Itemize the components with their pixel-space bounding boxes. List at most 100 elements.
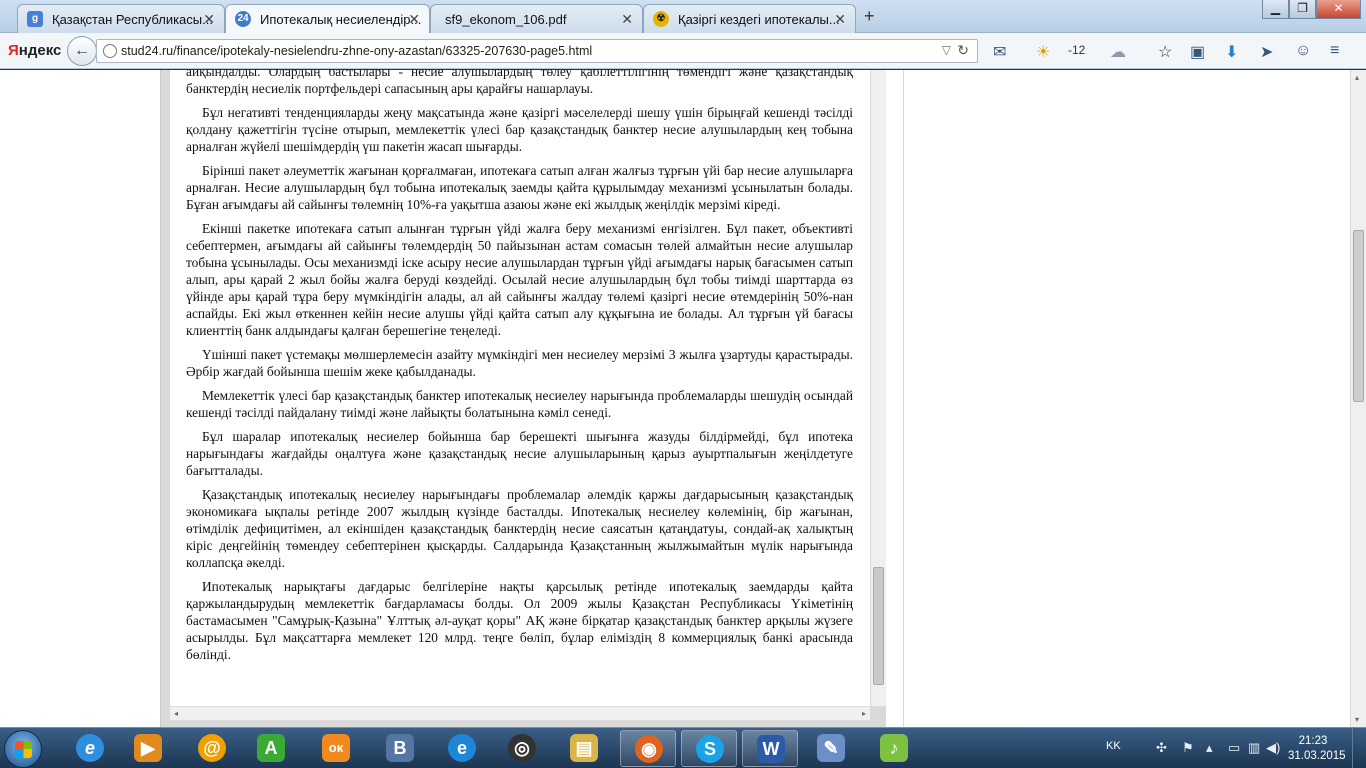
scroll-right-icon[interactable]: ▸ [862,709,866,718]
scroll-down-icon[interactable]: ▾ [1355,715,1359,724]
folder-icon: ▤ [570,734,598,762]
music-note-icon: ♪ [880,734,908,762]
url-text: stud24.ru/finance/ipotekaly-nesielendru-… [121,44,593,58]
new-tab-button[interactable]: + [864,6,875,27]
internet-explorer-icon: e [76,734,104,762]
address-bar[interactable]: stud24.ru/finance/ipotekaly-nesielendru-… [96,39,978,63]
tray-arrow-icon[interactable]: ▴ [1206,740,1213,756]
volume-icon[interactable]: ◀) [1266,740,1280,756]
taskbar-word[interactable]: W [742,730,798,767]
start-button[interactable] [4,730,42,768]
tab-2-label: Ипотекалық несиелендір... [260,12,422,27]
taskbar-file-explorer[interactable]: ▤ [556,730,612,767]
taskbar: e ▶ @ A ок В e ◎ ▤ ◉ S W ✎ ♪ KK ✣ ⚑ ▴ ▭ … [0,727,1366,768]
back-button[interactable]: ← [67,36,97,66]
paragraph: Мемлекеттік үлесі бар қазақстандық банкт… [186,388,853,420]
taskbar-internet-explorer[interactable]: e [62,730,118,767]
paragraph: Ипотекалық нарықтағы дағдарыс белгілерін… [186,579,853,662]
weather-temperature: -12 [1068,43,1086,57]
tab-2[interactable]: 24 Ипотекалық несиелендір... ✕ [225,4,430,34]
paragraph: айқындалды. Олардың бастылары - несие ал… [186,70,853,96]
screen-icon[interactable]: ▭ [1228,740,1240,756]
keyboard-language[interactable]: KK [1106,740,1121,752]
taskbar-media-player[interactable]: ▶ [120,730,176,767]
document-horizontal-scrollbar[interactable]: ◂ ▸ [170,706,870,720]
paragraph: Бірінші пакет әлеуметтік жағынан қорғалм… [186,163,853,212]
cd-burner-icon: ◎ [508,734,536,762]
odnoklassniki-icon: ок [322,734,350,762]
paragraph: Үшінші пакет үстемақы мөлшерлемесін азай… [186,347,853,379]
google-plus-icon: g [27,11,43,27]
globe-icon [103,44,117,58]
tab-strip: g Қазақстан Республикасы... ✕ 24 Ипотека… [0,0,1366,34]
scroll-up-icon[interactable]: ▴ [1355,73,1359,82]
refresh-app-icon: e [448,734,476,762]
close-icon[interactable]: ✕ [834,11,846,28]
scrollbar-thumb[interactable] [1353,230,1364,402]
clock-date: 31.03.2015 [1288,750,1346,762]
network-sync-icon[interactable]: ✣ [1156,740,1167,756]
chevron-down-icon[interactable]: ▽ [942,43,951,57]
document-viewer[interactable]: айқындалды. Олардың бастылары - несие ал… [170,70,870,706]
right-sidebar [903,70,1351,727]
taskbar-skype[interactable]: S [681,730,737,767]
reload-icon[interactable]: ↻ [957,42,969,59]
taskbar-odnoklassniki[interactable]: ок [308,730,364,767]
system-clock[interactable]: 21:23 31.03.2015 [1288,734,1346,764]
green-a-app-icon: A [257,734,285,762]
maximize-button[interactable]: ❐ [1289,0,1316,19]
tab-3[interactable]: sf9_ekonom_106.pdf ✕ [430,4,643,33]
page-vertical-scrollbar[interactable]: ▴ ▾ [1350,70,1366,727]
scroll-left-icon[interactable]: ◂ [174,709,178,718]
send-icon[interactable]: ➤ [1260,42,1273,62]
smiley-icon[interactable]: ☺ [1295,42,1311,60]
taskbar-green-a-app[interactable]: A [243,730,299,767]
media-player-icon: ▶ [134,734,162,762]
minimize-button[interactable]: ▁ [1262,0,1289,19]
paragraph: Бұл негативті тенденцияларды жеңу мақсат… [186,105,853,154]
taskbar-paint[interactable]: ✎ [803,730,859,767]
taskbar-vkontakte[interactable]: В [372,730,428,767]
network-icon[interactable]: ▥ [1248,740,1260,756]
navigation-bar: Яндекс ← stud24.ru/finance/ipotekaly-nes… [0,33,1366,69]
mail-icon[interactable]: ✉ [993,42,1006,62]
word-icon: W [757,735,785,763]
clock-time: 21:23 [1298,735,1328,747]
flag-icon[interactable]: ⚑ [1182,740,1194,756]
firefox-icon: ◉ [635,735,663,763]
star-icon[interactable]: ☆ [1158,42,1172,62]
cloud-icon[interactable]: ☁ [1110,42,1126,62]
tab-1-label: Қазақстан Республикасы... [52,12,213,27]
yandex-logo[interactable]: Яндекс [8,42,61,59]
vkontakte-icon: В [386,734,414,762]
close-icon[interactable]: ✕ [408,11,420,28]
close-icon[interactable]: ✕ [203,11,215,28]
tab-4[interactable]: ☢ Қазіргі кездегі ипотекалы... ✕ [643,4,856,33]
paragraph: Екінші пакетке ипотекаға сатып алынған т… [186,221,853,338]
taskbar-refresh-app[interactable]: e [434,730,490,767]
taskbar-cd-burner[interactable]: ◎ [494,730,550,767]
stud24-icon: 24 [235,11,251,27]
tab-3-label: sf9_ekonom_106.pdf [445,12,567,27]
weather-sun-cloud-icon[interactable]: ☀ [1036,42,1050,62]
skype-icon: S [696,735,724,763]
tab-1[interactable]: g Қазақстан Республикасы... ✕ [17,4,225,33]
menu-icon[interactable]: ≡ [1330,42,1339,60]
paragraph: Бұл шаралар ипотекалық несиелер бойынша … [186,429,853,478]
taskbar-firefox[interactable]: ◉ [620,730,676,767]
close-window-button[interactable]: ✕ [1316,0,1361,19]
paint-palette-icon: ✎ [817,734,845,762]
close-icon[interactable]: ✕ [621,11,633,28]
document-vertical-scrollbar[interactable] [870,70,886,706]
show-desktop-button[interactable] [1352,728,1366,768]
scrollbar-thumb[interactable] [873,567,884,685]
windows-logo-icon-lower [15,749,32,758]
taskbar-mail-agent[interactable]: @ [184,730,240,767]
paragraph: Қазақстандық ипотекалық несиелеу нарығын… [186,487,853,570]
document-text: айқындалды. Олардың бастылары - несие ал… [186,70,853,670]
taskbar-music-app[interactable]: ♪ [866,730,922,767]
clipboard-icon[interactable]: ▣ [1190,42,1205,62]
download-icon[interactable]: ⬇ [1225,42,1238,62]
web-page: айқындалды. Олардың бастылары - несие ал… [0,70,1366,727]
mail-agent-icon: @ [198,734,226,762]
